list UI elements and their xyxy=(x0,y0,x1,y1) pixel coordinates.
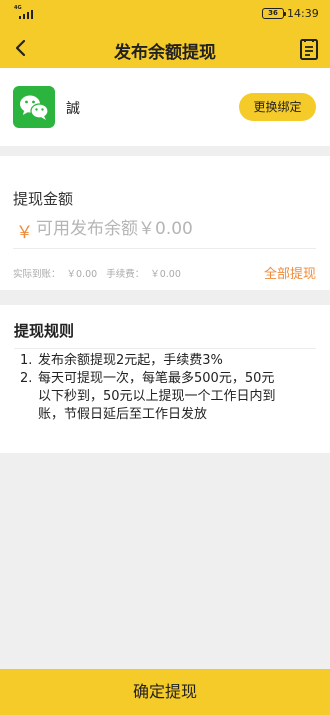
rule-item: 2. 每天可提现一次，每笔最多500元，50元 以下秒到，50元以上提现一个工作… xyxy=(20,370,320,424)
wechat-icon xyxy=(13,86,55,128)
signal-icon: 4G xyxy=(14,5,40,21)
actual-label: 实际到账： xyxy=(13,269,61,280)
account-name: 誠 xyxy=(66,101,80,117)
rule-text: 账，节假日延后至工作日发放 xyxy=(38,407,208,422)
signal-bar xyxy=(31,10,33,19)
amount-input[interactable] xyxy=(36,216,306,242)
status-bar: 4G 36 14:39 xyxy=(0,0,330,28)
withdraw-all-button[interactable]: 全部提现 xyxy=(264,263,316,282)
currency-symbol: ￥ xyxy=(16,223,33,243)
divider xyxy=(13,248,316,249)
rule-item: 1. 发布余额提现2元起，手续费3% xyxy=(20,352,320,370)
change-binding-button[interactable]: 更换绑定 xyxy=(239,93,316,121)
status-time: 14:39 xyxy=(287,7,319,20)
rules-title: 提现规则 xyxy=(14,322,75,340)
rule-number: 1. xyxy=(20,353,33,368)
rule-text: 每天可提现一次，每笔最多500元，50元 xyxy=(38,371,275,386)
rules-list: 1. 发布余额提现2元起，手续费3% 2. 每天可提现一次，每笔最多500元，5… xyxy=(20,352,320,424)
fee-summary: 实际到账： ￥0.00 手续费： ￥0.00 xyxy=(13,266,187,280)
rule-text: 发布余额提现2元起，手续费3% xyxy=(38,353,223,368)
account-card: 誠 更换绑定 xyxy=(0,68,330,146)
actual-value: ￥0.00 xyxy=(66,269,98,280)
battery-icon: 36 xyxy=(262,8,286,19)
divider xyxy=(14,348,316,349)
amount-label: 提现金额 xyxy=(13,190,74,208)
amount-card: 提现金额 ￥ 实际到账： ￥0.00 手续费： ￥0.00 全部提现 xyxy=(0,156,330,290)
page-title: 发布余额提现 xyxy=(114,43,216,63)
signal-bar xyxy=(23,14,25,19)
fee-value: ￥0.00 xyxy=(150,269,181,280)
rules-card: 提现规则 1. 发布余额提现2元起，手续费3% 2. 每天可提现一次，每笔最多5… xyxy=(0,305,330,453)
rule-number: 2. xyxy=(20,371,33,386)
confirm-withdraw-button[interactable]: 确定提现 xyxy=(0,669,330,715)
signal-bar xyxy=(27,12,29,19)
network-type: 4G xyxy=(14,5,22,11)
title-bar: 发布余额提现 xyxy=(0,28,330,68)
signal-bar xyxy=(19,16,21,19)
fee-label: 手续费： xyxy=(106,269,145,280)
record-list-icon[interactable] xyxy=(296,36,322,62)
rule-text: 以下秒到，50元以上提现一个工作日内到 xyxy=(38,389,276,404)
